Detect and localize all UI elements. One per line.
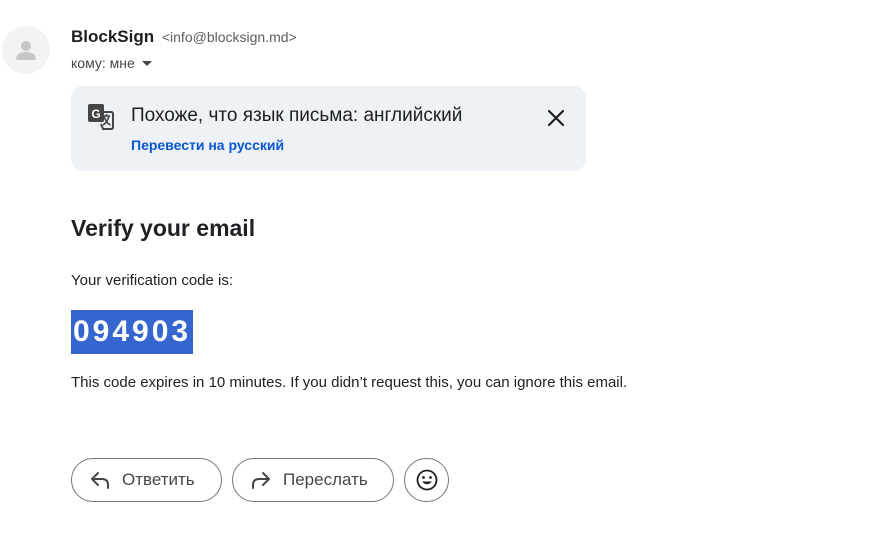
- close-icon: [548, 110, 564, 126]
- forward-button[interactable]: Переслать: [232, 458, 394, 502]
- reply-label: Ответить: [122, 470, 195, 489]
- translate-icon: G: [87, 103, 114, 135]
- reply-button[interactable]: Ответить: [71, 458, 222, 502]
- verification-intro: Your verification code is:: [71, 272, 234, 289]
- svg-text:G: G: [91, 107, 100, 121]
- close-banner-button[interactable]: [541, 103, 571, 133]
- translate-to-russian-link[interactable]: Перевести на русский: [131, 137, 284, 153]
- emoji-reaction-button[interactable]: [404, 458, 449, 502]
- recipient-details-toggle[interactable]: кому: мне: [71, 55, 152, 71]
- forward-label: Переслать: [283, 470, 368, 489]
- translate-banner: G Похоже, что язык письма: английский Пе…: [71, 86, 586, 171]
- email-heading: Verify your email: [71, 215, 256, 241]
- caret-down-icon: [141, 60, 152, 66]
- reply-icon: [90, 471, 110, 489]
- sender-name[interactable]: BlockSign: [71, 27, 154, 46]
- expiry-note: This code expires in 10 minutes. If you …: [71, 374, 628, 391]
- recipient-label: кому: мне: [71, 55, 135, 71]
- emoji-icon: [416, 469, 437, 491]
- verification-code[interactable]: 094903: [71, 310, 194, 354]
- person-icon: [16, 41, 36, 60]
- sender-avatar[interactable]: [2, 26, 50, 74]
- sender-line: BlockSign <info@blocksign.md>: [71, 27, 297, 47]
- sender-email[interactable]: <info@blocksign.md>: [162, 29, 297, 45]
- email-view: BlockSign <info@blocksign.md> кому: мне …: [0, 0, 887, 544]
- forward-icon: [251, 471, 271, 489]
- translate-banner-title: Похоже, что язык письма: английский: [131, 105, 463, 126]
